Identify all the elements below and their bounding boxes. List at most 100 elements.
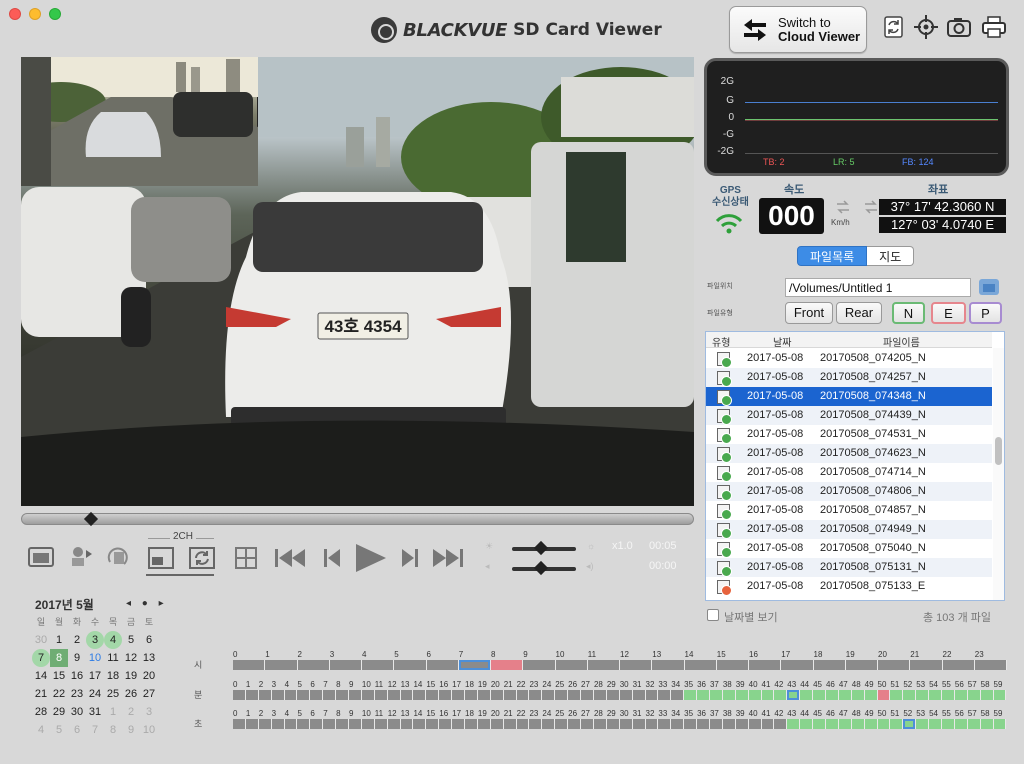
scrollbar-thumb[interactable] [995, 437, 1002, 465]
hour-segment[interactable] [297, 660, 330, 670]
minute-segment[interactable] [465, 690, 478, 700]
minute-segment[interactable] [297, 690, 311, 700]
second-segment[interactable] [477, 719, 491, 729]
minute-segment[interactable] [697, 690, 710, 700]
minute-segment[interactable] [761, 690, 775, 700]
calendar-day[interactable]: 14 [32, 667, 50, 685]
minute-segment[interactable] [581, 690, 594, 700]
calendar-day[interactable]: 17 [86, 667, 104, 685]
play-icon[interactable] [352, 542, 388, 574]
calendar-day[interactable]: 12 [122, 649, 140, 667]
calendar-day[interactable]: 20 [140, 667, 158, 685]
minute-segment[interactable] [374, 690, 388, 700]
second-segment[interactable] [709, 719, 723, 729]
hour-segment[interactable] [845, 660, 878, 670]
minute-segment[interactable] [387, 690, 401, 700]
second-segment[interactable] [851, 719, 865, 729]
second-segment[interactable] [800, 719, 814, 729]
second-segment[interactable] [387, 719, 401, 729]
minute-segment[interactable] [813, 690, 826, 700]
second-segment[interactable] [838, 719, 852, 729]
second-segment[interactable] [825, 719, 839, 729]
second-segment[interactable] [581, 719, 594, 729]
hour-segment[interactable] [426, 660, 459, 670]
calendar-day[interactable]: 5 [122, 631, 140, 649]
minute-segment[interactable] [271, 690, 285, 700]
second-segment[interactable] [929, 719, 942, 729]
second-segment[interactable] [503, 719, 517, 729]
minute-segment[interactable] [516, 690, 530, 700]
previous-file-icon[interactable] [273, 546, 307, 570]
minute-segment[interactable] [787, 690, 801, 700]
second-segment[interactable] [439, 719, 453, 729]
file-row[interactable]: 2017-05-08 20170508_075131_N [706, 558, 992, 577]
minute-segment[interactable] [555, 690, 569, 700]
file-row[interactable]: 2017-05-08 20170508_074857_N [706, 501, 992, 520]
minute-segment[interactable] [361, 690, 375, 700]
hour-segment[interactable] [974, 660, 1007, 670]
second-segment[interactable] [941, 719, 955, 729]
hour-segment[interactable] [878, 660, 911, 670]
hour-timeline[interactable] [233, 660, 1007, 670]
second-segment[interactable] [632, 719, 646, 729]
second-segment[interactable] [916, 719, 930, 729]
playback-speed[interactable]: x1.0 [612, 540, 633, 552]
fullscreen-icon[interactable] [27, 545, 55, 569]
sound-settings-icon[interactable] [66, 544, 94, 570]
second-segment[interactable] [967, 719, 981, 729]
step-back-icon[interactable] [322, 546, 342, 570]
hour-segment[interactable] [491, 660, 524, 670]
minute-segment[interactable] [851, 690, 865, 700]
hour-segment[interactable] [362, 660, 395, 670]
file-row[interactable]: 2017-05-08 20170508_074714_N [706, 463, 992, 482]
filter-front-button[interactable]: Front [785, 302, 833, 324]
minute-segment[interactable] [400, 690, 414, 700]
hour-segment[interactable] [749, 660, 782, 670]
minute-segment[interactable] [503, 690, 517, 700]
file-row[interactable]: 2017-05-08 20170508_075133_E [706, 577, 992, 596]
calendar-day[interactable]: 2 [68, 631, 86, 649]
hour-segment[interactable] [620, 660, 653, 670]
hour-segment[interactable] [265, 660, 298, 670]
minute-segment[interactable] [233, 690, 246, 700]
calendar-day[interactable]: 15 [50, 667, 68, 685]
second-segment[interactable] [619, 719, 633, 729]
minute-segment[interactable] [722, 690, 736, 700]
maximize-window-button[interactable] [49, 8, 61, 20]
file-row[interactable]: 2017-05-08 20170508_074531_N [706, 425, 992, 444]
minute-segment[interactable] [542, 690, 556, 700]
second-segment[interactable] [233, 719, 246, 729]
minimize-window-button[interactable] [29, 8, 41, 20]
printer-icon[interactable] [981, 14, 1007, 40]
minute-segment[interactable] [800, 690, 814, 700]
hour-segment[interactable] [523, 660, 556, 670]
path-field[interactable] [785, 278, 971, 297]
minute-segment[interactable] [658, 690, 672, 700]
second-segment[interactable] [658, 719, 672, 729]
minute-segment[interactable] [709, 690, 723, 700]
file-row[interactable]: 2017-05-08 20170508_074348_N [706, 387, 992, 406]
second-segment[interactable] [761, 719, 775, 729]
second-segment[interactable] [529, 719, 543, 729]
minute-timeline[interactable] [233, 690, 1007, 700]
second-segment[interactable] [813, 719, 826, 729]
minute-segment[interactable] [980, 690, 994, 700]
minute-segment[interactable] [310, 690, 324, 700]
second-segment[interactable] [297, 719, 311, 729]
calendar-day[interactable]: 29 [50, 703, 68, 721]
hour-segment[interactable] [910, 660, 943, 670]
second-segment[interactable] [258, 719, 272, 729]
speed-toggle-icon[interactable] [836, 200, 850, 214]
minute-segment[interactable] [954, 690, 968, 700]
minute-segment[interactable] [349, 690, 362, 700]
calendar-day[interactable]: 7 [32, 649, 50, 667]
rotate-view-icon[interactable] [104, 544, 132, 570]
second-segment[interactable] [361, 719, 375, 729]
file-row[interactable]: 2017-05-08 20170508_074205_N [706, 349, 992, 368]
calendar-day[interactable]: 23 [68, 685, 86, 703]
minute-segment[interactable] [645, 690, 659, 700]
calendar-day[interactable]: 26 [122, 685, 140, 703]
file-row[interactable]: 2017-05-08 20170508_075040_N [706, 539, 992, 558]
hour-segment[interactable] [781, 660, 814, 670]
calendar-day[interactable]: 11 [104, 649, 122, 667]
